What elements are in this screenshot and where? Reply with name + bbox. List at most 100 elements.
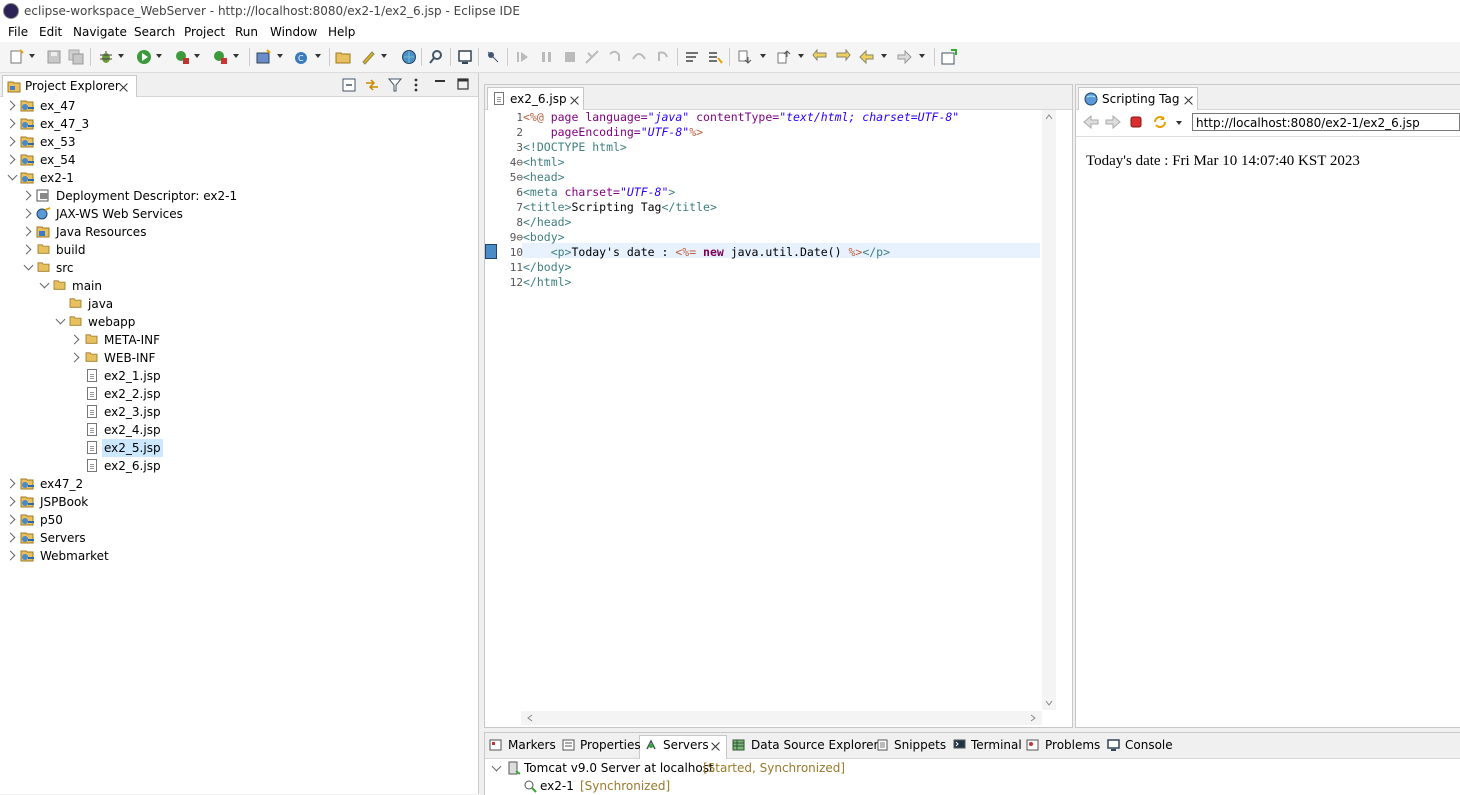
tab-servers[interactable]: Servers [663, 738, 709, 752]
tree-item-ex2-4-jsp[interactable]: ex2_4.jsp [0, 421, 478, 439]
tree-item-java[interactable]: java [0, 295, 478, 313]
open-folder-icon[interactable] [335, 49, 351, 65]
horizontal-scrollbar[interactable] [521, 711, 1042, 725]
last-edit-location-icon[interactable] [812, 49, 828, 65]
chevron-right-icon[interactable] [5, 550, 16, 561]
new-class-icon[interactable]: C [294, 49, 310, 65]
forward-icon[interactable] [896, 49, 912, 65]
chevron-down-icon[interactable] [7, 170, 18, 181]
previous-annotation-icon[interactable] [776, 49, 792, 65]
console-icon[interactable] [457, 49, 473, 65]
scroll-right-icon[interactable] [1030, 714, 1036, 722]
chevron-right-icon[interactable] [69, 352, 80, 363]
close-icon[interactable] [119, 83, 128, 92]
external-tools-icon[interactable] [174, 49, 190, 65]
project-explorer-tab[interactable]: Project Explorer [2, 75, 137, 97]
chevron-down-icon[interactable] [491, 761, 502, 772]
chevron-right-icon[interactable] [21, 244, 32, 255]
tree-item-ex-54[interactable]: ex_54 [0, 151, 478, 169]
tree-item-web-inf[interactable]: WEB-INF [0, 349, 478, 367]
new-dropdown-icon[interactable] [29, 54, 35, 58]
close-icon[interactable] [1184, 96, 1193, 105]
tab-console[interactable]: Console [1125, 738, 1173, 752]
scroll-left-icon[interactable] [527, 714, 533, 722]
coverage-dropdown-icon[interactable] [233, 54, 239, 58]
scroll-down-icon[interactable] [1045, 700, 1053, 706]
tab-properties[interactable]: Properties [580, 738, 641, 752]
minimize-icon[interactable] [434, 76, 446, 88]
tree-item-ex-47[interactable]: ex_47 [0, 97, 478, 115]
tree-item-java-resources[interactable]: Java Resources [0, 223, 478, 241]
debug-dropdown-icon[interactable] [118, 54, 124, 58]
save-all-icon[interactable] [68, 49, 84, 65]
close-icon[interactable] [711, 742, 720, 751]
menu-project[interactable]: Project [184, 25, 225, 39]
tree-item-ex-47-3[interactable]: ex_47_3 [0, 115, 478, 133]
tab-terminal[interactable]: Terminal [971, 738, 1022, 752]
filter-icon[interactable] [388, 77, 402, 93]
new-server-dropdown-icon[interactable] [277, 54, 283, 58]
menu-edit[interactable]: Edit [39, 25, 62, 39]
server-row[interactable]: Tomcat v9.0 Server at localhost [Started… [485, 759, 1460, 777]
new-icon[interactable] [9, 49, 25, 65]
menu-window[interactable]: Window [270, 25, 317, 39]
tree-item-jax-ws-web-services[interactable]: JAX-WS Web Services [0, 205, 478, 223]
coverage-icon[interactable] [212, 49, 228, 65]
forward-icon[interactable] [1105, 115, 1121, 129]
tree-item-ex47-2[interactable]: ex47_2 [0, 475, 478, 493]
menu-run[interactable]: Run [235, 25, 258, 39]
stop-icon[interactable] [1129, 115, 1143, 129]
view-menu-icon[interactable] [413, 77, 419, 93]
new-class-dropdown-icon[interactable] [315, 54, 321, 58]
toggle-block-selection-icon[interactable] [707, 49, 723, 65]
new-server-icon[interactable] [256, 49, 272, 65]
tree-item-ex2-2-jsp[interactable]: ex2_2.jsp [0, 385, 478, 403]
tree-item-servers[interactable]: Servers [0, 529, 478, 547]
vertical-scrollbar[interactable] [1042, 110, 1056, 710]
browser-tab[interactable]: Scripting Tag [1078, 87, 1198, 110]
tree-item-webapp[interactable]: webapp [0, 313, 478, 331]
chevron-right-icon[interactable] [5, 496, 16, 507]
url-input[interactable]: http://localhost:8080/ex2-1/ex2_6.jsp [1192, 113, 1460, 131]
tree-item-build[interactable]: build [0, 241, 478, 259]
open-perspective-icon[interactable] [941, 49, 957, 65]
close-icon[interactable] [570, 96, 579, 105]
chevron-right-icon[interactable] [5, 478, 16, 489]
tab-snippets[interactable]: Snippets [894, 738, 946, 752]
skip-breakpoints-icon[interactable] [485, 49, 501, 65]
back-icon[interactable] [859, 49, 875, 65]
back-dropdown-icon[interactable] [881, 54, 887, 58]
tree-item-ex-53[interactable]: ex_53 [0, 133, 478, 151]
scroll-up-icon[interactable] [1045, 114, 1053, 120]
tree-item-ex2-6-jsp[interactable]: ex2_6.jsp [0, 457, 478, 475]
tree-item-webmarket[interactable]: Webmarket [0, 547, 478, 565]
chevron-right-icon[interactable] [5, 136, 16, 147]
chevron-right-icon[interactable] [5, 514, 16, 525]
back-icon[interactable] [1083, 115, 1099, 129]
marker-dropdown-icon[interactable] [381, 54, 387, 58]
chevron-right-icon[interactable] [21, 208, 32, 219]
chevron-down-icon[interactable] [39, 278, 50, 289]
run-icon[interactable] [136, 49, 152, 65]
forward-dropdown-icon[interactable] [919, 54, 925, 58]
previous-annotation-dropdown-icon[interactable] [798, 54, 804, 58]
tree-item-ex2-1-jsp[interactable]: ex2_1.jsp [0, 367, 478, 385]
tab-data-source-explorer[interactable]: Data Source Explorer [751, 738, 878, 752]
chevron-right-icon[interactable] [21, 226, 32, 237]
chevron-right-icon[interactable] [69, 334, 80, 345]
collapse-all-icon[interactable] [342, 78, 356, 92]
editor-tab[interactable]: ex2_6.jsp [487, 87, 584, 110]
toggle-word-wrap-icon[interactable] [684, 49, 700, 65]
search-icon[interactable] [428, 49, 444, 65]
menu-help[interactable]: Help [328, 25, 355, 39]
server-module-row[interactable]: ex2-1 [Synchronized] [485, 777, 1460, 795]
tree-item-p50[interactable]: p50 [0, 511, 478, 529]
tree-item-main[interactable]: main [0, 277, 478, 295]
chevron-right-icon[interactable] [5, 532, 16, 543]
chevron-right-icon[interactable] [5, 154, 16, 165]
chevron-right-icon[interactable] [5, 118, 16, 129]
link-with-editor-icon[interactable] [364, 77, 380, 93]
refresh-icon[interactable] [1152, 114, 1168, 130]
run-dropdown-icon[interactable] [156, 54, 162, 58]
marker-icon[interactable] [360, 49, 376, 65]
